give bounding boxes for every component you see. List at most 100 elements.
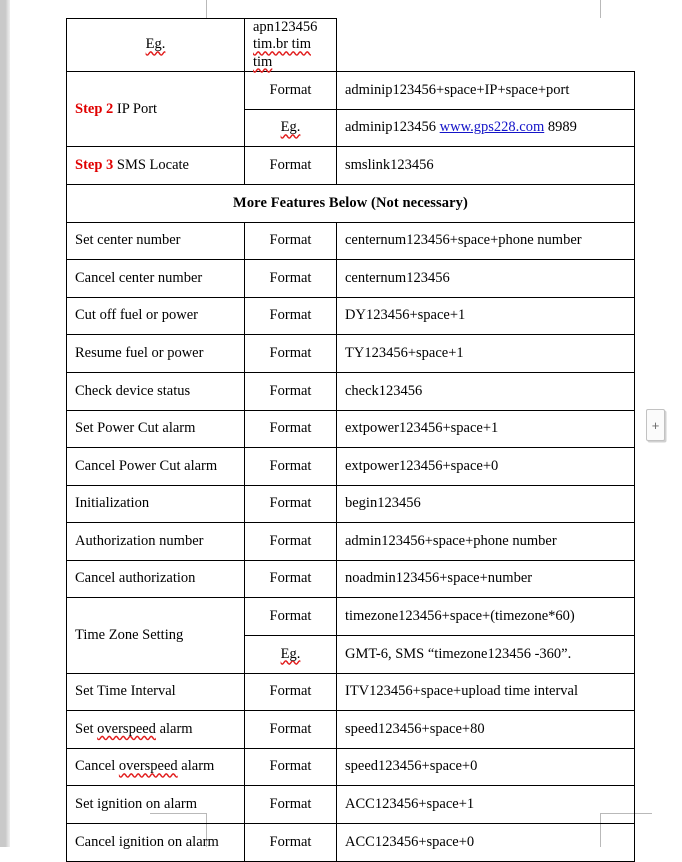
row-kind-cell: Eg.: [66, 17, 245, 73]
command-text: speed123456+space+80: [345, 720, 485, 737]
command-value-cell: timezone123456+space+(timezone*60): [336, 597, 635, 637]
command-text: tim.br tim tim: [253, 36, 311, 70]
row-kind-cell: Format: [244, 710, 337, 749]
command-value-cell: speed123456+space+0: [336, 747, 635, 787]
command-text: smslink123456: [345, 156, 434, 173]
command-text: check123456: [345, 382, 423, 399]
feature-label-misspelled: overspeed: [118, 758, 178, 775]
feature-label: Cut off fuel or power: [75, 307, 198, 324]
row-kind-label: Format: [269, 457, 312, 474]
row-kind-label: Eg.: [145, 36, 166, 53]
command-value-cell: adminip123456 www.gps228.com 8989: [336, 108, 635, 148]
row-kind-cell: Format: [244, 747, 337, 787]
row-kind-label: Eg.: [280, 119, 301, 136]
feature-label: Set center number: [75, 232, 181, 249]
table-row: Set Power Cut alarm Format extpower123456+…: [66, 409, 635, 449]
row-kind-cell: Format: [244, 259, 337, 298]
feature-label: Initialization: [75, 495, 150, 512]
command-text: centernum123456+space+phone number: [345, 232, 582, 249]
command-text: apn123456: [253, 19, 318, 35]
feature-label: Set ignition on alarm: [75, 796, 198, 813]
command-text: centernum123456: [345, 269, 450, 286]
row-kind-label: Format: [269, 156, 312, 173]
row-kind-cell: Format: [244, 371, 337, 411]
row-kind-label: Format: [269, 269, 312, 286]
feature-label-cell: Time Zone Setting: [66, 597, 245, 674]
feature-label-cell: Cancel authorization: [66, 559, 245, 599]
table-row: Set ignition on alarm Format ACC123456+spa…: [66, 785, 635, 825]
row-kind-label: Format: [269, 344, 312, 361]
row-kind-label: Format: [269, 570, 312, 587]
row-kind-label: Format: [269, 495, 312, 512]
command-value-cell: extpower123456+space+1: [336, 409, 635, 449]
row-kind-cell: Format: [244, 146, 337, 185]
command-value-cell: check123456: [336, 371, 635, 411]
row-kind-label: Format: [269, 382, 312, 399]
feature-label-cell: Cancel center number: [66, 259, 245, 298]
feature-label: Cancel center number: [75, 269, 203, 286]
row-kind-cell: Format: [244, 597, 337, 637]
sms-command-table: Eg. apn123456 tim.br tim tim Step 2 IP Por…: [66, 17, 635, 862]
table-row: Step 2 IP Port Format adminip123456+space+…: [66, 71, 635, 148]
row-kind-cell: Format: [244, 785, 337, 825]
table-row: Set center number Format centernum123456+s…: [66, 221, 635, 261]
step-number-tag: Step 2: [75, 100, 114, 117]
table-row: Set overspeed alarm Format speed123456+spa…: [66, 710, 635, 749]
feature-label: Cancel ignition on alarm: [75, 833, 219, 850]
row-kind-label: Format: [269, 608, 312, 625]
insert-row-handle[interactable]: +: [646, 409, 665, 441]
row-kind-cell: Format: [244, 559, 337, 599]
row-kind-cell: Eg.: [244, 635, 337, 674]
table-row: Initialization Format begin123456: [66, 484, 635, 524]
feature-label-cell: Set center number: [66, 221, 245, 261]
row-kind-cell: Format: [244, 296, 337, 336]
row-kind-label: Format: [269, 420, 312, 437]
command-value-cell: centernum123456: [336, 259, 635, 298]
table-row: Cancel Power Cut alarm Format extpower1234…: [66, 447, 635, 486]
command-text: DY123456+space+1: [345, 307, 466, 324]
row-kind-label: Format: [269, 796, 312, 813]
command-value-cell: centernum123456+space+phone number: [336, 221, 635, 261]
feature-label: Resume fuel or power: [75, 344, 204, 361]
command-text: adminip123456+space+IP+space+port: [345, 81, 570, 98]
command-value-cell: GMT-6, SMS “timezone123456 -360”.: [336, 635, 635, 674]
table-row: Set Time Interval Format ITV123456+space+u…: [66, 672, 635, 712]
feature-label: alarm: [177, 758, 215, 775]
hyperlink[interactable]: www.gps228.com: [440, 119, 545, 135]
feature-label: Check device status: [75, 382, 191, 399]
command-text: 8989: [544, 119, 577, 136]
feature-label-cell: Set Time Interval: [66, 672, 245, 712]
step-title: SMS Locate: [113, 156, 189, 173]
row-kind-cell: Format: [244, 823, 337, 862]
command-value-cell: begin123456: [336, 484, 635, 524]
row-kind-label: Format: [269, 232, 312, 249]
command-value-cell: ITV123456+space+upload time interval: [336, 672, 635, 712]
row-kind-label: Format: [269, 758, 312, 775]
row-kind-label: Format: [269, 307, 312, 324]
command-text: ACC123456+space+0: [345, 833, 475, 850]
step-number-tag: Step 3: [75, 156, 114, 173]
row-kind-label: Format: [269, 683, 312, 700]
section-header-row: More Features Below (Not necessary): [66, 183, 635, 223]
step-label-cell: Step 3 SMS Locate: [66, 146, 245, 185]
feature-label-cell: Cancel Power Cut alarm: [66, 447, 245, 486]
section-header-title: More Features Below (Not necessary): [66, 183, 635, 223]
feature-label: Set Time Interval: [75, 683, 176, 700]
feature-label-cell: Resume fuel or power: [66, 334, 245, 373]
feature-label-misspelled: overspeed: [97, 720, 156, 737]
command-text: noadmin123456+space+number: [345, 570, 533, 587]
table-row: Cancel center number Format centernum12345…: [66, 259, 635, 298]
command-text: GMT-6, SMS “timezone123456 -360”.: [345, 645, 572, 662]
document-page: Eg. apn123456 tim.br tim tim Step 2 IP Por…: [10, 0, 682, 862]
table-row: Cancel authorization Format noadmin123456+…: [66, 559, 635, 599]
command-value-cell: DY123456+space+1: [336, 296, 635, 336]
table-row: Time Zone Setting Format timezone123456+sp…: [66, 597, 635, 674]
row-kind-label: Eg.: [280, 645, 301, 662]
feature-label-cell: Set Power Cut alarm: [66, 409, 245, 449]
feature-label-cell: Authorization number: [66, 522, 245, 561]
feature-label: Time Zone Setting: [75, 626, 184, 643]
command-text: admin123456+space+phone number: [345, 532, 557, 549]
command-text: extpower123456+space+0: [345, 457, 499, 474]
command-value-cell: noadmin123456+space+number: [336, 559, 635, 599]
row-kind-cell: Format: [244, 71, 337, 110]
